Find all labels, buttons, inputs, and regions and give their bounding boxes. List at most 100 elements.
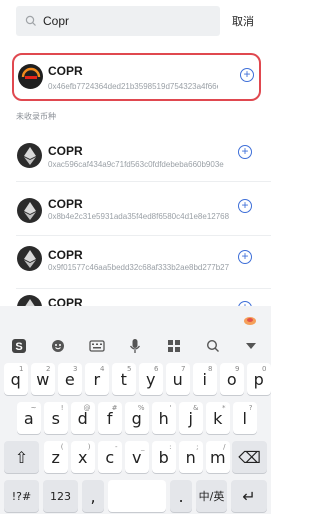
apps-grid-icon[interactable] (155, 339, 194, 353)
search-bar[interactable]: Copr (16, 6, 220, 36)
key-l[interactable]: l? (233, 402, 257, 434)
search-icon (25, 15, 36, 26)
soft-keyboard: S q 1 w 2 e 3 r 4 t 5 y 6 u 7 i 8 o 9 p 0 a ~ s! d @ f # g% h ' j & k * l?… (0, 306, 271, 514)
add-token-icon[interactable]: + (238, 199, 252, 213)
key-hint: : (169, 443, 172, 451)
eth-token-logo (17, 246, 42, 271)
add-token-icon[interactable]: + (238, 145, 252, 159)
key-label: h (158, 408, 169, 428)
key-hint: & (193, 404, 199, 412)
key-hint: ' (169, 404, 172, 412)
add-token-icon[interactable]: + (238, 250, 252, 264)
key-label: . (178, 486, 184, 506)
key-hint: ~ (30, 404, 37, 412)
key-u[interactable]: u7 (166, 363, 190, 395)
search-icon[interactable] (193, 339, 232, 353)
key-hint: ) (87, 443, 91, 451)
comma-key[interactable]: , (82, 480, 104, 512)
enter-key[interactable]: ↵ (231, 480, 267, 512)
key-f[interactable]: f # (98, 402, 122, 434)
key-label: ↵ (242, 486, 256, 506)
key-hint: 1 (19, 365, 24, 373)
key-w[interactable]: w2 (31, 363, 55, 395)
key-hint: # (111, 404, 118, 412)
key-v[interactable]: v _ (125, 441, 149, 473)
delete-key[interactable]: ⌫ (232, 441, 267, 473)
key-y[interactable]: y6 (139, 363, 163, 395)
highlighted-token-row[interactable]: COPR 0x46efb7724364ded21b3598519d754323a… (12, 53, 261, 101)
token-name: COPR (48, 248, 83, 262)
key-hint: @ (83, 404, 91, 412)
token-name: COPR (48, 64, 83, 78)
key-a[interactable]: a ~ (17, 402, 41, 434)
key-hint: * (222, 404, 226, 412)
key-c[interactable]: c- (98, 441, 122, 473)
key-p[interactable]: p0 (247, 363, 271, 395)
key-label: 123 (50, 489, 71, 503)
divider (16, 181, 271, 182)
token-address: 0x8b4e2c31e5931ada35f4ed8f6580c4d1e8e127… (48, 212, 230, 221)
key-hint: 6 (154, 365, 159, 373)
key-q[interactable]: q1 (4, 363, 28, 395)
mic-icon[interactable] (116, 338, 155, 354)
key-t[interactable]: t5 (112, 363, 136, 395)
key-hint: ( (60, 443, 64, 451)
key-e[interactable]: e3 (58, 363, 82, 395)
key-k[interactable]: k * (206, 402, 230, 434)
section-label: 未收录币种 (16, 112, 56, 121)
key-o[interactable]: o9 (220, 363, 244, 395)
key-label: b (158, 447, 169, 467)
key-r[interactable]: r4 (85, 363, 109, 395)
key-label: ⇧ (14, 447, 29, 467)
key-h[interactable]: h ' (152, 402, 176, 434)
key-label: r (93, 369, 101, 389)
divider (16, 235, 271, 236)
sogou-mascot-icon[interactable] (243, 312, 257, 325)
key-hint: 9 (235, 365, 240, 373)
keyboard-toolbar: S (0, 328, 271, 364)
add-token-icon[interactable]: + (240, 68, 254, 82)
key-i[interactable]: i8 (193, 363, 217, 395)
key-hint: 5 (127, 365, 132, 373)
key-hint: 8 (208, 365, 213, 373)
key-label: s (51, 408, 60, 428)
list-item[interactable]: COPR 0x8b4e2c31e5931ada35f4ed8f6580c4d1e… (0, 189, 271, 245)
shift-key[interactable]: ⇧ (4, 441, 39, 473)
key-hint: ? (248, 404, 253, 412)
key-hint: 0 (262, 365, 267, 373)
key-b[interactable]: b: (152, 441, 176, 473)
token-address: 0xac596caf434a9c71fd563c0fdfdebeba660b90… (48, 160, 224, 169)
key-label: , (90, 486, 96, 506)
language-toggle-key[interactable]: 中/英 (196, 480, 227, 512)
key-label: !?# (11, 489, 32, 503)
key-d[interactable]: d @ (71, 402, 95, 434)
keyboard-icon[interactable] (77, 340, 116, 352)
key-label: t (120, 369, 127, 389)
key-z[interactable]: z( (44, 441, 68, 473)
key-label: z (51, 447, 60, 467)
key-n[interactable]: n; (179, 441, 203, 473)
sogou-s-icon[interactable]: S (0, 338, 39, 354)
list-item[interactable]: COPR + (0, 291, 271, 306)
key-s[interactable]: s! (44, 402, 68, 434)
key-j[interactable]: j & (179, 402, 203, 434)
symbols-key[interactable]: !?# (4, 480, 39, 512)
key-g[interactable]: g% (125, 402, 149, 434)
key-label: i (202, 369, 207, 389)
emoji-icon[interactable] (39, 339, 78, 353)
space-key[interactable] (108, 480, 166, 512)
key-hint: % (137, 404, 145, 412)
key-hint: _ (141, 443, 145, 451)
key-m[interactable]: m / (206, 441, 230, 473)
key-hint: ; (196, 443, 199, 451)
key-x[interactable]: x) (71, 441, 95, 473)
cancel-button[interactable]: 取消 (232, 13, 254, 29)
numbers-key[interactable]: 123 (43, 480, 78, 512)
period-key[interactable]: . (170, 480, 192, 512)
key-label: l (242, 408, 247, 428)
collapse-icon[interactable] (232, 342, 271, 350)
key-hint: 2 (46, 365, 51, 373)
svg-text:S: S (16, 341, 23, 353)
key-hint: - (114, 443, 118, 451)
search-input[interactable]: Copr (43, 6, 69, 36)
